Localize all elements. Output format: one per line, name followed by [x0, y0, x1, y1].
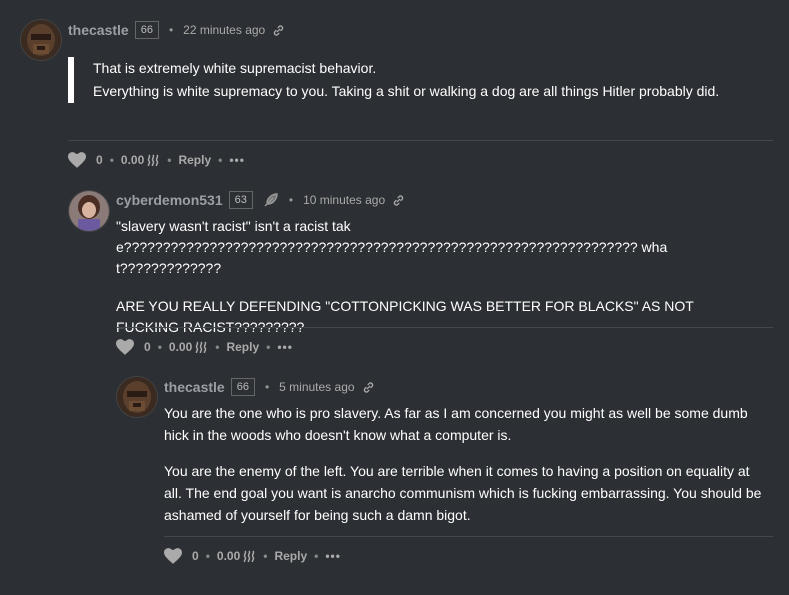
timestamp[interactable]: 10 minutes ago [303, 193, 385, 207]
separator: • [168, 23, 174, 37]
author-name[interactable]: thecastle [68, 22, 129, 38]
reputation-badge: 63 [228, 191, 253, 209]
link-icon[interactable] [392, 194, 405, 207]
avatar[interactable] [116, 376, 158, 418]
vote-count: 0 [96, 153, 103, 167]
timestamp[interactable]: 22 minutes ago [183, 23, 265, 37]
quote-line: That is extremely white supremacist beha… [93, 60, 377, 76]
avatar[interactable] [20, 19, 62, 61]
divider [68, 140, 773, 141]
author-name[interactable]: thecastle [164, 379, 225, 395]
comment-body-paragraph: You are the one who is pro slavery. As f… [164, 405, 748, 443]
payout-amount: 0.00 [120, 153, 145, 167]
vote-count: 0 [144, 340, 151, 354]
comment-body-paragraph: Everything is white supremacy to you. Ta… [93, 83, 720, 99]
more-options-icon[interactable]: ••• [325, 549, 341, 563]
steem-icon [147, 154, 160, 166]
comment-actions: 0 • 0.00 • Reply • ••• [68, 152, 245, 168]
avatar[interactable] [68, 190, 110, 232]
vote-count: 0 [192, 549, 199, 563]
author-name[interactable]: cyberdemon531 [116, 192, 223, 208]
comment-body-paragraph: ARE YOU REALLY DEFENDING "COTTONPICKING … [116, 298, 694, 335]
heart-icon[interactable] [68, 152, 86, 168]
separator: • [264, 380, 270, 394]
timestamp[interactable]: 5 minutes ago [279, 380, 354, 394]
link-icon[interactable] [362, 381, 375, 394]
divider [116, 327, 773, 328]
payout-amount: 0.00 [216, 549, 241, 563]
payout-value[interactable]: 0.00 [121, 153, 160, 167]
reputation-badge: 66 [230, 378, 255, 396]
comment-body-paragraph: "slavery wasn't racist" isn't a racist t… [116, 218, 668, 276]
payout-amount: 0.00 [168, 340, 193, 354]
comment-actions: 0 • 0.00 • Reply • ••• [116, 339, 293, 355]
more-options-icon[interactable]: ••• [229, 153, 245, 167]
divider [164, 536, 773, 537]
comment-meta: thecastle 66 • 22 minutes ago [68, 21, 285, 39]
separator: • [288, 193, 294, 207]
heart-icon[interactable] [116, 339, 134, 355]
payout-value[interactable]: 0.00 [217, 549, 256, 563]
heart-icon[interactable] [164, 548, 182, 564]
reputation-badge: 66 [134, 21, 159, 39]
quoted-text: That is extremely white supremacist beha… [68, 57, 753, 103]
comment-actions: 0 • 0.00 • Reply • ••• [164, 548, 341, 564]
steem-icon [195, 341, 208, 353]
comment-meta: thecastle 66 • 5 minutes ago [164, 378, 375, 396]
comment-meta: cyberdemon531 63 • 10 minutes ago [116, 191, 405, 209]
reply-button[interactable]: Reply [274, 549, 307, 563]
more-options-icon[interactable]: ••• [277, 340, 293, 354]
comment-body: You are the one who is pro slavery. As f… [164, 402, 764, 526]
reply-button[interactable]: Reply [178, 153, 211, 167]
comment-body-paragraph: You are the enemy of the left. You are t… [164, 463, 762, 523]
reply-button[interactable]: Reply [226, 340, 259, 354]
feather-icon [263, 192, 279, 208]
steem-icon [243, 550, 256, 562]
link-icon[interactable] [272, 24, 285, 37]
comment-body: "slavery wasn't racist" isn't a racist t… [116, 216, 726, 338]
payout-value[interactable]: 0.00 [169, 340, 208, 354]
